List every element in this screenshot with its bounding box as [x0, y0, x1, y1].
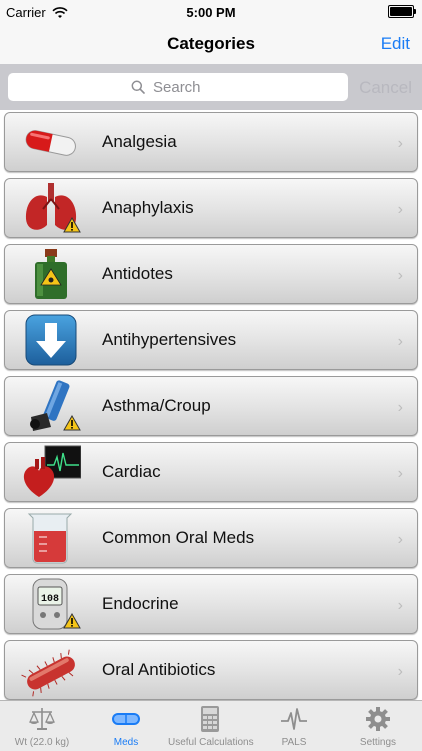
status-time: 5:00 PM — [186, 5, 236, 20]
category-row-endocrine[interactable]: 108 Endocrine › — [4, 574, 418, 634]
pulse-icon — [281, 708, 307, 730]
category-row-anaphylaxis[interactable]: Anaphylaxis › — [4, 178, 418, 238]
chevron-right-icon: › — [397, 135, 403, 152]
search-field[interactable] — [8, 73, 348, 101]
chevron-right-icon: › — [397, 663, 403, 680]
tab-bar: Wt (22.0 kg) Meds Useful Calculations PA… — [0, 700, 422, 751]
category-label: Antihypertensives — [102, 330, 237, 349]
scale-icon — [28, 708, 56, 730]
tab-meds[interactable]: Meds — [84, 701, 168, 751]
tab-useful-calculations[interactable]: Useful Calculations — [168, 701, 254, 751]
tab-weight[interactable]: Wt (22.0 kg) — [0, 701, 84, 751]
chevron-right-icon: › — [397, 597, 403, 614]
category-list[interactable]: Analgesia › Anaphylaxis › Antidotes › An… — [0, 110, 422, 700]
search-bar: Cancel — [0, 64, 422, 110]
search-input[interactable] — [151, 77, 225, 97]
chevron-right-icon: › — [397, 531, 403, 548]
search-icon — [131, 80, 145, 94]
category-label: Cardiac — [102, 462, 161, 481]
navigation-bar: Categories Edit — [0, 24, 422, 64]
category-label: Common Oral Meds — [102, 528, 255, 547]
beaker-icon — [27, 513, 73, 564]
page-title: Categories — [167, 34, 255, 53]
chevron-right-icon: › — [397, 201, 403, 218]
category-row-cardiac[interactable]: Cardiac › — [4, 442, 418, 502]
cancel-button[interactable]: Cancel — [359, 78, 412, 98]
tab-label: Meds — [113, 737, 139, 748]
status-bar: Carrier 5:00 PM — [0, 0, 422, 24]
capsule-icon — [25, 130, 76, 156]
edit-button[interactable]: Edit — [381, 34, 410, 54]
poison-bottle-icon — [35, 249, 67, 299]
category-label: Analgesia — [102, 132, 177, 151]
chevron-right-icon: › — [397, 399, 403, 416]
category-label: Endocrine — [102, 594, 179, 613]
glucometer-reading: 108 — [41, 594, 59, 605]
down-arrow-icon — [25, 314, 77, 366]
warning-icon — [63, 217, 81, 233]
pill-icon — [112, 713, 140, 725]
status-right — [388, 5, 416, 18]
category-label: Antidotes — [102, 264, 173, 283]
category-row-analgesia[interactable]: Analgesia › — [4, 112, 418, 172]
tab-label: PALS — [281, 737, 307, 748]
calculator-icon — [201, 706, 219, 732]
category-label: Oral Antibiotics — [102, 660, 216, 679]
category-row-common-oral-meds[interactable]: Common Oral Meds › — [4, 508, 418, 568]
chevron-right-icon: › — [397, 465, 403, 482]
tab-pals[interactable]: PALS — [252, 701, 336, 751]
category-row-antidotes[interactable]: Antidotes › — [4, 244, 418, 304]
chevron-right-icon: › — [397, 333, 403, 350]
chevron-right-icon: › — [397, 267, 403, 284]
gear-icon — [366, 707, 390, 731]
warning-icon — [63, 613, 81, 629]
tab-label: Settings — [359, 737, 397, 748]
category-row-oral-antibiotics[interactable]: Oral Antibiotics › — [4, 640, 418, 700]
warning-icon — [63, 415, 81, 431]
heart-monitor-icon — [23, 445, 81, 497]
battery-icon — [388, 5, 416, 18]
category-label: Asthma/Croup — [102, 396, 211, 415]
category-label: Anaphylaxis — [102, 198, 194, 217]
tab-label: Useful Calculations — [168, 737, 254, 748]
tab-label: Wt (22.0 kg) — [14, 737, 70, 748]
category-row-antihypertensives[interactable]: Antihypertensives › — [4, 310, 418, 370]
tab-settings[interactable]: Settings — [336, 701, 420, 751]
category-row-asthma-croup[interactable]: Asthma/Croup › — [4, 376, 418, 436]
bacteria-icon — [21, 649, 75, 697]
